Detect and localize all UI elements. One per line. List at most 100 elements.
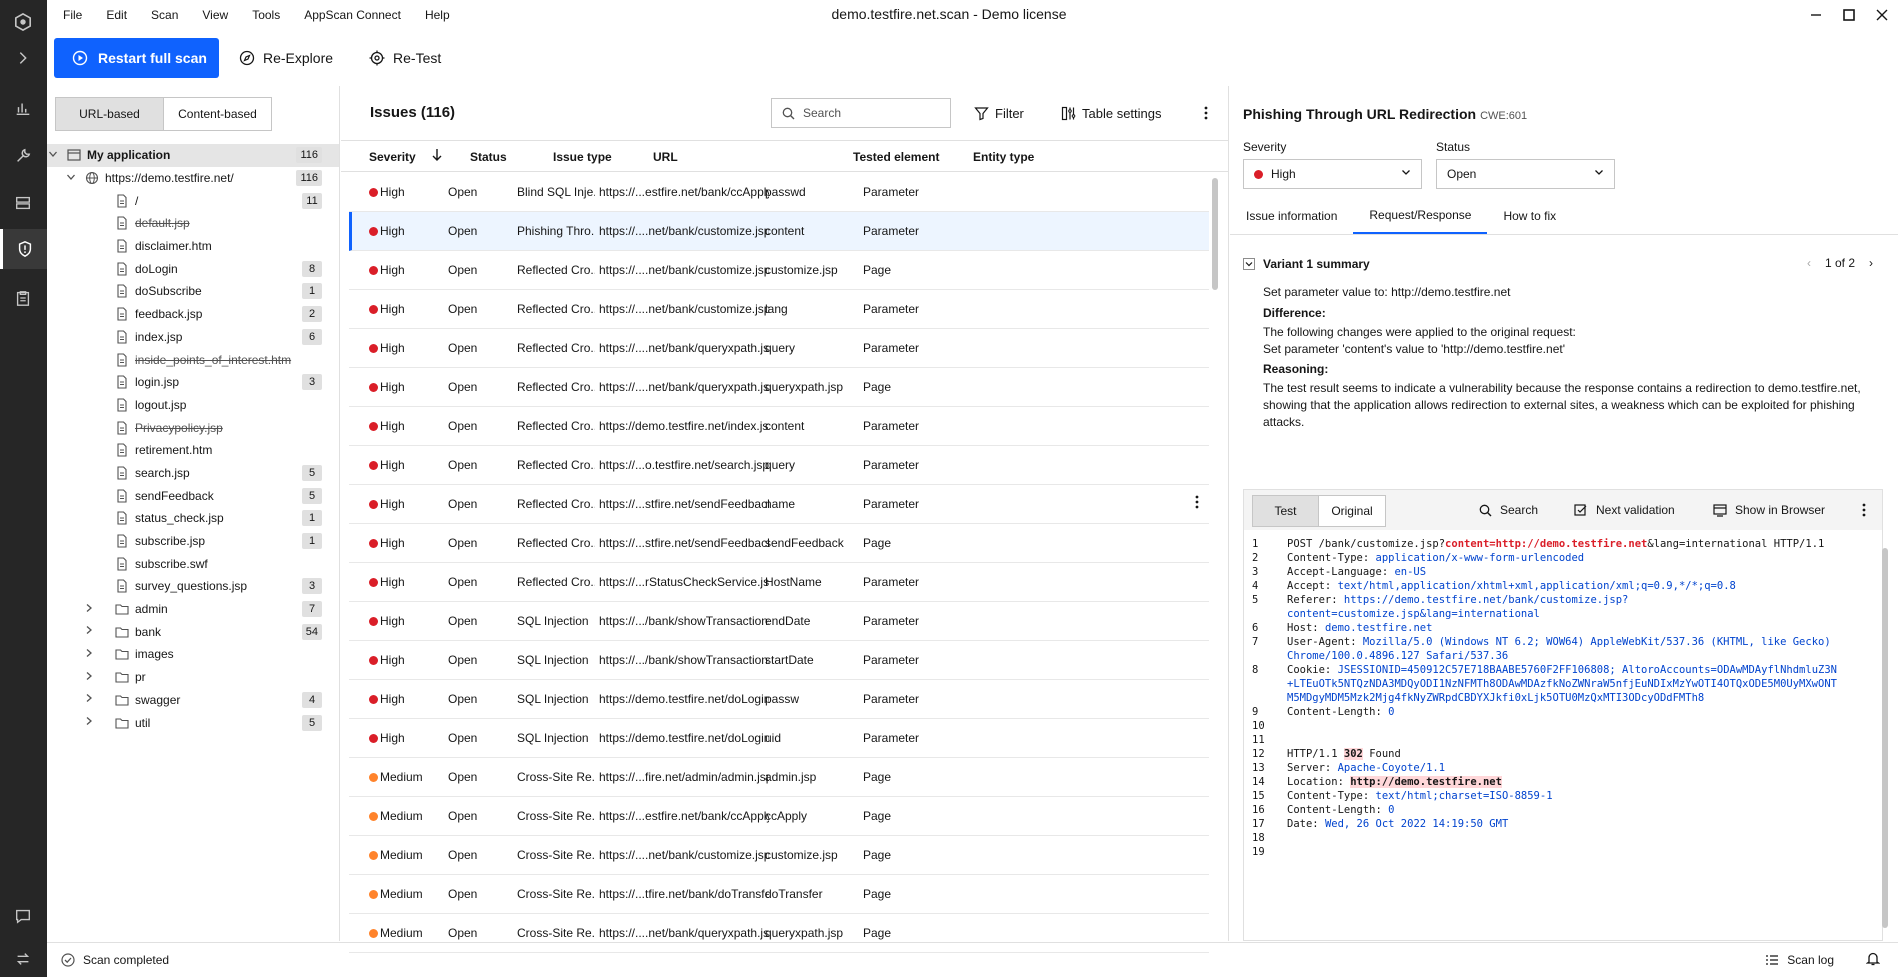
tree-node[interactable]: inside_points_of_interest.htm — [47, 348, 339, 371]
url-based-tab[interactable]: URL-based — [56, 98, 164, 130]
tree-node[interactable]: https://demo.testfire.net/116 — [47, 167, 339, 190]
sort-descending-icon[interactable] — [431, 148, 443, 165]
col-issue-type[interactable]: Issue type — [553, 150, 612, 164]
request-search-button[interactable]: Search — [1479, 503, 1538, 517]
tree-node[interactable]: default.jsp — [47, 212, 339, 235]
issues-shield-icon[interactable] — [0, 229, 47, 269]
next-validation-button[interactable]: Next validation — [1574, 503, 1675, 517]
tree-node[interactable]: doLogin 8 — [47, 257, 339, 280]
tree-node[interactable]: status_check.jsp 1 — [47, 507, 339, 530]
menu-edit[interactable]: Edit — [94, 8, 139, 22]
expand-rail-icon[interactable] — [12, 47, 34, 69]
issue-row[interactable]: High Open Blind SQL Inje... https://...estf… — [349, 173, 1209, 212]
col-tested-element[interactable]: Tested element — [853, 150, 939, 164]
menu-view[interactable]: View — [190, 8, 240, 22]
tree-node[interactable]: subscribe.swf — [47, 552, 339, 575]
tree-node[interactable]: Privacypolicy.jsp — [47, 416, 339, 439]
issue-row[interactable]: High Open SQL Injection https://.../bank/sh… — [349, 602, 1209, 641]
tab-how-to-fix[interactable]: How to fix — [1487, 198, 1572, 234]
restart-full-scan-button[interactable]: Restart full scan — [54, 37, 219, 78]
issue-row[interactable]: High Open Reflected Cro... https://...o.tes… — [349, 446, 1209, 485]
issue-row[interactable]: Medium Open Cross-Site Re... https://....ne… — [349, 836, 1209, 875]
issue-row[interactable]: High Open Reflected Cro... https://...stfir… — [349, 524, 1209, 563]
menu-help[interactable]: Help — [413, 8, 462, 22]
status-select[interactable]: Open — [1436, 159, 1615, 189]
original-request-tab[interactable]: Original — [1319, 496, 1385, 526]
minimize-icon[interactable] — [1799, 0, 1832, 29]
tree-node[interactable]: images — [47, 643, 339, 666]
issue-row[interactable]: High Open Reflected Cro... https://....net/… — [349, 251, 1209, 290]
tree-node[interactable]: disclaimer.htm — [47, 235, 339, 258]
issue-row[interactable]: High Open SQL Injection https://.../bank/sh… — [349, 641, 1209, 680]
chevron-right-icon[interactable] — [83, 648, 95, 661]
re-explore-button[interactable]: Re-Explore — [223, 38, 349, 78]
col-severity[interactable]: Severity — [369, 150, 416, 164]
col-status[interactable]: Status — [470, 150, 507, 164]
issue-row[interactable]: High Open Phishing Thro... https://....net/… — [349, 212, 1209, 251]
col-url[interactable]: URL — [653, 150, 678, 164]
menu-appscan-connect[interactable]: AppScan Connect — [292, 8, 413, 22]
switch-icon[interactable] — [12, 948, 34, 970]
variant-header[interactable]: Variant 1 summary — [1243, 253, 1883, 275]
tree-node[interactable]: swagger 4 — [47, 689, 339, 712]
chevron-down-icon[interactable] — [47, 149, 59, 162]
tree-node[interactable]: doSubscribe 1 — [47, 280, 339, 303]
issue-row[interactable]: High Open Reflected Cro... https://demo.tes… — [349, 407, 1209, 446]
issue-row[interactable]: High Open Reflected Cro... https://...stfir… — [349, 485, 1209, 524]
severity-select[interactable]: High — [1243, 159, 1422, 189]
dashboard-chart-icon[interactable] — [12, 97, 34, 119]
content-based-tab[interactable]: Content-based — [164, 98, 271, 130]
issue-row[interactable]: High Open Reflected Cro... https://...rStat… — [349, 563, 1209, 602]
tree-node[interactable]: index.jsp 6 — [47, 326, 339, 349]
table-settings-button[interactable]: Table settings — [1061, 100, 1162, 126]
tree-node[interactable]: pr — [47, 666, 339, 689]
menu-file[interactable]: File — [47, 8, 94, 22]
tree-node[interactable]: subscribe.jsp 1 — [47, 530, 339, 553]
code-scrollbar[interactable] — [1882, 548, 1888, 928]
show-in-browser-button[interactable]: Show in Browser — [1713, 503, 1825, 517]
tree-node[interactable]: survey_questions.jsp 3 — [47, 575, 339, 598]
tab-issue-information[interactable]: Issue information — [1230, 198, 1353, 234]
issue-row[interactable]: High Open Reflected Cro... https://....net/… — [349, 290, 1209, 329]
request-overflow-menu-icon[interactable] — [1862, 503, 1866, 517]
issue-row[interactable]: Medium Open Cross-Site Re... https://...est… — [349, 797, 1209, 836]
chevron-right-icon[interactable] — [83, 671, 95, 684]
chevron-right-icon[interactable] — [83, 716, 95, 729]
tree-node[interactable]: logout.jsp — [47, 394, 339, 417]
col-entity-type[interactable]: Entity type — [973, 150, 1034, 164]
tree-node[interactable]: / 11 — [47, 189, 339, 212]
menu-tools[interactable]: Tools — [240, 8, 292, 22]
issue-row[interactable]: High Open SQL Injection https://demo.testfi… — [349, 680, 1209, 719]
notification-bell-icon[interactable] — [1865, 951, 1881, 969]
scan-log-button[interactable]: Scan log — [1765, 953, 1834, 967]
chevron-right-icon[interactable] — [83, 603, 95, 616]
chevron-down-icon[interactable] — [65, 172, 77, 185]
test-request-tab[interactable]: Test — [1253, 496, 1319, 526]
tree-node[interactable]: feedback.jsp 2 — [47, 303, 339, 326]
tree-node[interactable]: My application 116 — [47, 144, 339, 167]
re-test-button[interactable]: Re-Test — [353, 38, 457, 78]
chevron-down-icon[interactable] — [1243, 258, 1255, 270]
chevron-right-icon[interactable] — [83, 625, 95, 638]
tree-node[interactable]: bank 54 — [47, 620, 339, 643]
issue-row[interactable]: Medium Open Cross-Site Re... https://...fir… — [349, 758, 1209, 797]
tree-node[interactable]: admin 7 — [47, 598, 339, 621]
close-icon[interactable] — [1865, 0, 1898, 29]
next-variant-icon[interactable]: › — [1869, 256, 1873, 270]
tree-node[interactable]: search.jsp 5 — [47, 462, 339, 485]
reports-clipboard-icon[interactable] — [12, 287, 34, 309]
filter-button[interactable]: Filter — [974, 100, 1024, 126]
data-storage-icon[interactable] — [12, 192, 34, 214]
tree-node[interactable]: util 5 — [47, 711, 339, 734]
issue-row[interactable]: Medium Open Cross-Site Re... https://...tfi… — [349, 875, 1209, 914]
chat-feedback-icon[interactable] — [12, 905, 34, 927]
row-overflow-menu-icon[interactable] — [1195, 495, 1199, 512]
maximize-icon[interactable] — [1832, 0, 1865, 29]
issue-row[interactable]: High Open SQL Injection https://demo.testfi… — [349, 719, 1209, 758]
tree-node[interactable]: login.jsp 3 — [47, 371, 339, 394]
tree-node[interactable]: sendFeedback 5 — [47, 484, 339, 507]
menu-scan[interactable]: Scan — [139, 8, 190, 22]
issue-row[interactable]: High Open Reflected Cro... https://....net/… — [349, 368, 1209, 407]
previous-variant-icon[interactable]: ‹ — [1807, 256, 1811, 270]
issues-scrollbar[interactable] — [1212, 178, 1218, 290]
